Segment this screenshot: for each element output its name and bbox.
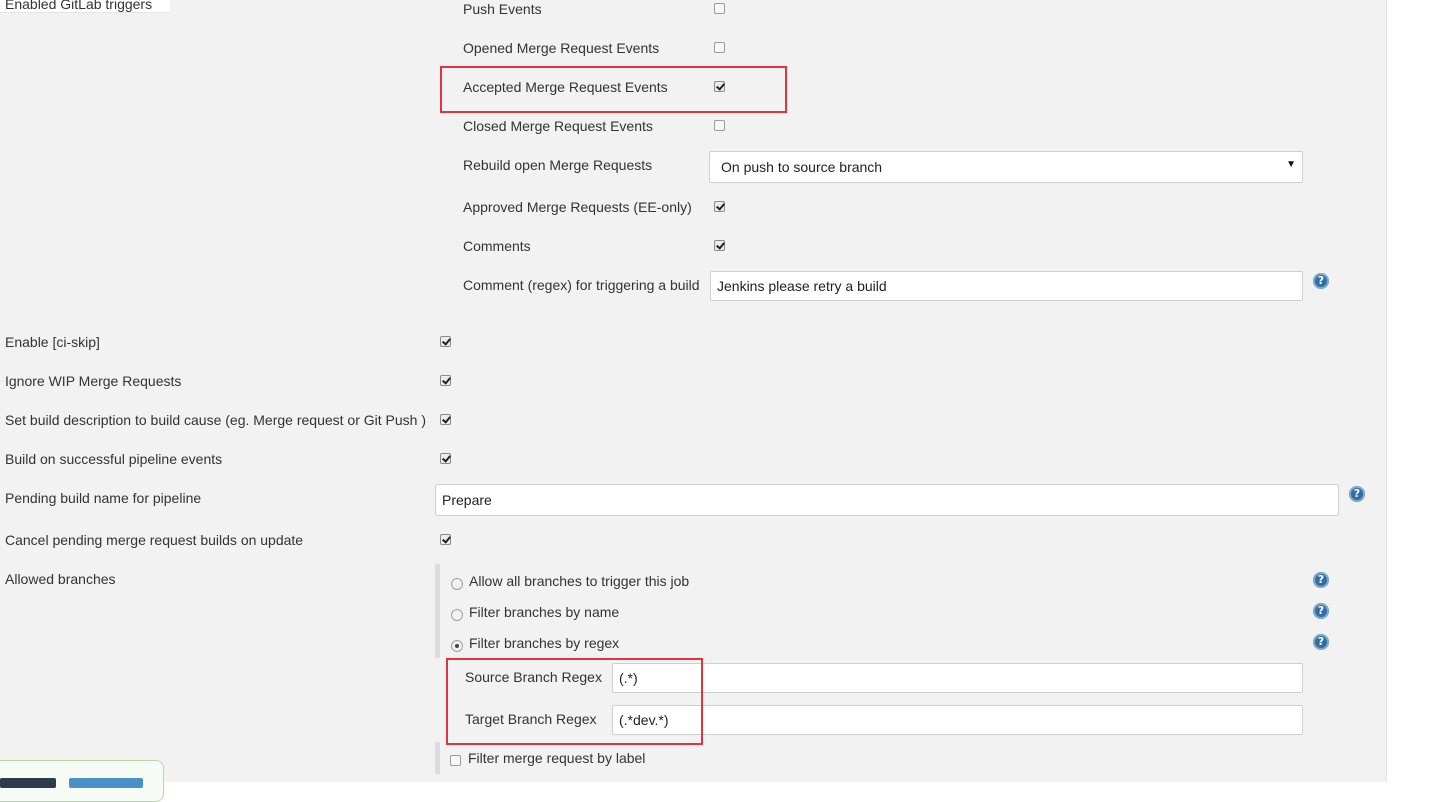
ignore-wip-checkbox[interactable] (440, 375, 451, 386)
highlight-accepted-mr (440, 66, 787, 113)
allow-all-branches-radio[interactable] (451, 578, 463, 590)
rebuild-open-mr-label: Rebuild open Merge Requests (463, 157, 653, 173)
question-mark-circle-icon[interactable]: ? (1349, 486, 1365, 502)
pending-build-name-input[interactable] (435, 484, 1339, 516)
label-filter-bar (435, 742, 440, 774)
rebuild-open-mr-select[interactable]: On push to source branch ▼ (709, 151, 1303, 183)
config-panel: Enabled GitLab triggers Push Events Open… (0, 0, 1387, 802)
question-mark-circle-icon[interactable]: ? (1313, 273, 1329, 289)
target-branch-regex-input[interactable] (612, 705, 1303, 735)
opened-mr-events-label: Opened Merge Request Events (463, 40, 660, 56)
build-description-label: Set build description to build cause (eg… (5, 412, 426, 428)
triangle-down-icon: ▼ (1286, 159, 1296, 170)
push-events-label: Push Events (463, 1, 542, 17)
radio-group-bar (435, 564, 440, 658)
comment-regex-input[interactable] (710, 271, 1303, 301)
question-mark-circle-icon[interactable]: ? (1313, 603, 1329, 619)
cancel-pending-checkbox[interactable] (440, 534, 451, 545)
filter-by-regex-label: Filter branches by regex (469, 635, 620, 651)
pipeline-events-checkbox[interactable] (440, 453, 451, 464)
build-description-checkbox[interactable] (440, 414, 451, 425)
allow-all-branches-label: Allow all branches to trigger this job (469, 573, 690, 589)
filter-by-name-label: Filter branches by name (469, 604, 620, 620)
closed-mr-events-checkbox[interactable] (714, 120, 725, 131)
comment-regex-label: Comment (regex) for triggering a build (463, 277, 700, 293)
comments-label: Comments (463, 238, 531, 254)
highlight-branch-regex (446, 658, 703, 745)
dark-button[interactable] (0, 778, 56, 788)
comments-checkbox[interactable] (714, 240, 725, 251)
question-mark-circle-icon[interactable]: ? (1313, 572, 1329, 588)
section-title: Enabled GitLab triggers (5, 0, 153, 12)
source-branch-regex-input[interactable] (612, 663, 1303, 693)
filter-by-name-radio[interactable] (451, 609, 463, 621)
cancel-pending-label: Cancel pending merge request builds on u… (5, 532, 304, 548)
pending-build-name-label: Pending build name for pipeline (5, 490, 202, 506)
opened-mr-events-checkbox[interactable] (714, 42, 725, 53)
ignore-wip-label: Ignore WIP Merge Requests (5, 373, 182, 389)
page: Enabled GitLab triggers Push Events Open… (0, 0, 1433, 802)
pipeline-events-label: Build on successful pipeline events (5, 451, 223, 467)
closed-mr-events-label: Closed Merge Request Events (463, 118, 653, 134)
filter-by-label-label: Filter merge request by label (468, 750, 646, 766)
approved-mr-label: Approved Merge Requests (EE-only) (463, 199, 692, 215)
section-header: Enabled GitLab triggers (0, 0, 170, 13)
allowed-branches-label: Allowed branches (5, 571, 116, 587)
filter-by-label-checkbox[interactable] (450, 755, 461, 766)
ci-skip-label: Enable [ci-skip] (5, 334, 100, 350)
ci-skip-checkbox[interactable] (440, 336, 451, 347)
blue-button[interactable] (69, 778, 143, 788)
approved-mr-checkbox[interactable] (714, 201, 725, 212)
question-mark-circle-icon[interactable]: ? (1313, 634, 1329, 650)
filter-by-regex-radio[interactable] (451, 640, 463, 652)
rebuild-open-mr-selected: On push to source branch (721, 159, 883, 175)
push-events-checkbox[interactable] (714, 3, 725, 14)
